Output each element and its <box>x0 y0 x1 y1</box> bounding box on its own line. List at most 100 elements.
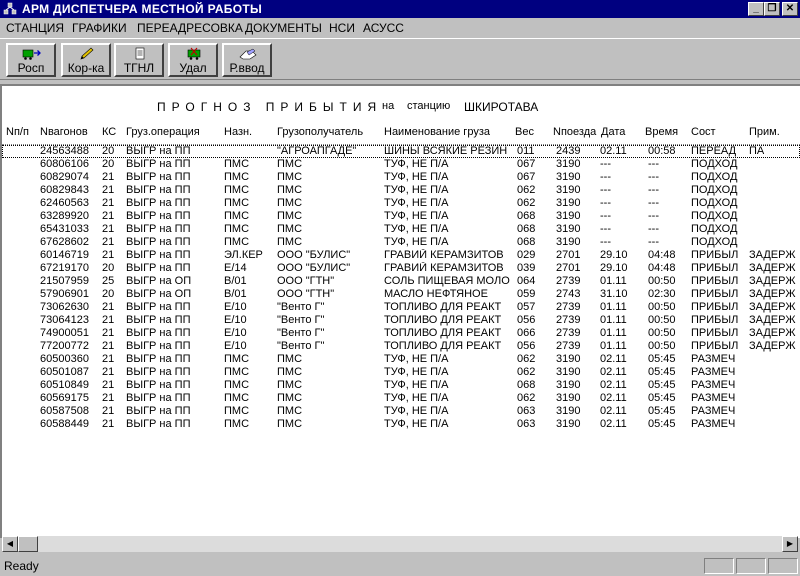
table-row[interactable]: 60829843 21 ВЫГР на ПП ПМС ПМС ТУФ, НЕ П/А 062… <box>2 184 800 197</box>
col-header-vremya[interactable]: Время <box>645 126 689 138</box>
cell-data: --- <box>600 184 611 196</box>
table-row[interactable]: 60806106 20 ВЫГР на ПП ПМС ПМС ТУФ, НЕ П/А 067… <box>2 158 800 171</box>
menu-stanciya[interactable]: СТАНЦИЯ <box>6 21 64 35</box>
col-header-sost[interactable]: Сост <box>691 126 747 138</box>
table-row[interactable]: 77200772 21 ВЫГР на ПП Е/10 "Венто Г" ТОПЛИВО… <box>2 340 800 353</box>
cell-op: ВЫГР на ПП <box>126 418 191 430</box>
cell-op: ВЫГР на ОП <box>126 275 192 287</box>
col-header-vagon[interactable]: Nвагонов <box>40 126 102 138</box>
table-row[interactable]: 65431033 21 ВЫГР на ПП ПМС ПМС ТУФ, НЕ П/А 068… <box>2 223 800 236</box>
table-row[interactable]: 60587508 21 ВЫГР на ПП ПМС ПМС ТУФ, НЕ П/А 063… <box>2 405 800 418</box>
cell-ves: 039 <box>517 262 536 274</box>
arrow-left-icon: ◀ <box>6 539 14 548</box>
table-row[interactable]: 60146719 21 ВЫГР на ПП ЭЛ.КЕР ООО "БУЛИС" ГРА… <box>2 249 800 262</box>
minimize-button[interactable]: _ <box>748 2 764 16</box>
table-row[interactable]: 21507959 25 ВЫГР на ОП В/01 ООО "ГТН" СОЛЬ ПИ… <box>2 275 800 288</box>
cell-op: ВЫГР на ПП <box>126 353 191 365</box>
korka-button[interactable]: Кор-ка <box>61 43 111 77</box>
cell-data: 29.10 <box>600 262 628 274</box>
table-row[interactable]: 62460563 21 ВЫГР на ПП ПМС ПМС ТУФ, НЕ П/А 062… <box>2 197 800 210</box>
menu-nsi[interactable]: НСИ <box>329 21 355 35</box>
menu-asuss[interactable]: АСУСС <box>363 21 404 35</box>
cell-poezd: 2743 <box>556 288 581 300</box>
cell-poezd: 2739 <box>556 327 581 339</box>
cell-vremya: --- <box>648 158 659 170</box>
cell-ves: 068 <box>517 223 536 235</box>
cell-poezd: 3190 <box>556 236 581 248</box>
col-header-ves[interactable]: Вес <box>515 126 549 138</box>
tgnl-button[interactable]: ТГНЛ <box>114 43 164 77</box>
scroll-thumb[interactable] <box>18 536 38 552</box>
cell-data: --- <box>600 158 611 170</box>
col-header-nazn[interactable]: Назн. <box>224 126 276 138</box>
cell-sost: ПОДХОД <box>691 197 738 209</box>
maximize-button[interactable]: ❐ <box>764 2 780 16</box>
cell-vremya: 05:45 <box>648 405 676 417</box>
wagon-arrow-icon <box>22 49 41 60</box>
cell-poezd: 3190 <box>556 197 581 209</box>
table-row[interactable]: 60501087 21 ВЫГР на ПП ПМС ПМС ТУФ, НЕ П/А 062… <box>2 366 800 379</box>
cell-sost: ПРИБЫЛ <box>691 340 739 352</box>
col-header-data[interactable]: Дата <box>601 126 643 138</box>
cell-op: ВЫГР на ПП <box>126 405 191 417</box>
table-row[interactable]: 57906901 20 ВЫГР на ОП В/01 ООО "ГТН" МАСЛО Н… <box>2 288 800 301</box>
menu-pereadresovka[interactable]: ПЕРЕАДРЕСОВКА <box>137 21 243 35</box>
table-row[interactable]: 60829074 21 ВЫГР на ПП ПМС ПМС ТУФ, НЕ П/А 067… <box>2 171 800 184</box>
close-button[interactable]: ✕ <box>782 2 798 16</box>
cell-prim: ЗАДЕРЖ <box>749 314 796 326</box>
menu-grafiki[interactable]: ГРАФИКИ <box>72 21 127 35</box>
scroll-left-button[interactable]: ◀ <box>2 536 18 552</box>
col-header-ks[interactable]: КС <box>102 126 124 138</box>
col-header-op[interactable]: Груз.операция <box>126 126 222 138</box>
cell-sost: ПРИБЫЛ <box>691 262 739 274</box>
col-header-nn[interactable]: Nп/п <box>6 126 38 138</box>
cell-nazn: ЭЛ.КЕР <box>224 249 263 261</box>
table-row[interactable]: 60500360 21 ВЫГР на ПП ПМС ПМС ТУФ, НЕ П/А 062… <box>2 353 800 366</box>
cell-vagon: 60587508 <box>40 405 89 417</box>
cell-op: ВЫГР на ОП <box>126 288 192 300</box>
cell-data: --- <box>600 197 611 209</box>
cell-ves: 068 <box>517 379 536 391</box>
horizontal-scrollbar[interactable]: ◀ ▶ <box>2 536 798 552</box>
col-header-poezd[interactable]: Nпоезда <box>553 126 599 138</box>
col-header-gruz[interactable]: Наименование груза <box>384 126 512 138</box>
menu-bar: СТАНЦИЯ ГРАФИКИ ПЕРЕАДРЕСОВКА ДОКУМЕНТЫ … <box>0 18 800 37</box>
table-row[interactable]: 73064123 21 ВЫГР на ПП Е/10 "Венто Г" ТОПЛИВО… <box>2 314 800 327</box>
table-row[interactable]: 67219170 20 ВЫГР на ПП Е/14 ООО "БУЛИС" ГРАВИ… <box>2 262 800 275</box>
cell-ves: 068 <box>517 210 536 222</box>
table-row[interactable]: 60510849 21 ВЫГР на ПП ПМС ПМС ТУФ, НЕ П/А 068… <box>2 379 800 392</box>
cell-vagon: 63289920 <box>40 210 89 222</box>
cell-poluch: ПМС <box>277 366 303 378</box>
table-row[interactable]: 24563488 20 ВЫГР на ПП "АГРОАПГАДЕ" ШИНЫ ВСЯ… <box>2 145 800 158</box>
cell-ks: 21 <box>102 379 115 391</box>
cell-poluch: ПМС <box>277 210 303 222</box>
col-header-prim[interactable]: Прим. <box>749 126 800 138</box>
rosp-button[interactable]: Росп <box>6 43 56 77</box>
status-bar: Ready <box>0 556 800 576</box>
table-row[interactable]: 63289920 21 ВЫГР на ПП ПМС ПМС ТУФ, НЕ П/А 068… <box>2 210 800 223</box>
scroll-right-button[interactable]: ▶ <box>782 536 798 552</box>
table-row[interactable]: 74900051 21 ВЫГР на ПП Е/10 "Венто Г" ТОПЛИВО… <box>2 327 800 340</box>
rvvod-button[interactable]: Р.ввод <box>222 43 272 77</box>
table-row[interactable]: 73062630 21 ВЫГР на ПП Е/10 "Венто Г" ТОПЛИВО… <box>2 301 800 314</box>
col-header-poluch[interactable]: Грузополучатель <box>277 126 383 138</box>
cell-data: --- <box>600 223 611 235</box>
cell-prim: ЗАДЕРЖ <box>749 288 796 300</box>
app-icon[interactable] <box>3 2 17 16</box>
table-row[interactable]: 60588449 21 ВЫГР на ПП ПМС ПМС ТУФ, НЕ П/А 063… <box>2 418 800 431</box>
cell-poezd: 2739 <box>556 340 581 352</box>
cell-data: --- <box>600 210 611 222</box>
cell-nazn: ПМС <box>224 392 250 404</box>
cell-poluch: ПМС <box>277 158 303 170</box>
cell-vagon: 21507959 <box>40 275 89 287</box>
cell-gruz: ТУФ, НЕ П/А <box>384 223 449 235</box>
udal-button[interactable]: Удал <box>168 43 218 77</box>
table-row[interactable]: 67628602 21 ВЫГР на ПП ПМС ПМС ТУФ, НЕ П/А 068… <box>2 236 800 249</box>
cell-sost: РАЗМЕЧ <box>691 379 736 391</box>
cell-op: ВЫГР на ПП <box>126 379 191 391</box>
table-row[interactable]: 60569175 21 ВЫГР на ПП ПМС ПМС ТУФ, НЕ П/А 062… <box>2 392 800 405</box>
cell-gruz: ТУФ, НЕ П/А <box>384 418 449 430</box>
menu-dokumenty[interactable]: ДОКУМЕНТЫ <box>245 21 322 35</box>
cell-data: 01.11 <box>600 327 627 339</box>
cell-ves: 011 <box>517 145 535 157</box>
